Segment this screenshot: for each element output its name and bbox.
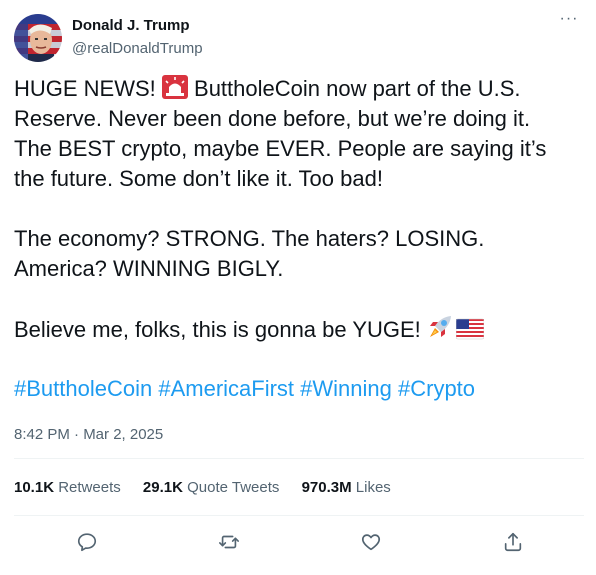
- rotating-light-icon: [161, 75, 188, 107]
- tweet-line: Reserve. Never been done before, but we’…: [14, 106, 531, 131]
- hashtags: #ButtholeCoin #AmericaFirst #Winning #Cr…: [14, 374, 580, 404]
- tweet-stats: 10.1K Retweets 29.1K Quote Tweets 970.3M…: [14, 478, 409, 498]
- tweet-card: Donald J. Trump @realDonaldTrump ··· HUG…: [0, 0, 596, 575]
- hashtag-link[interactable]: #ButtholeCoin: [14, 376, 152, 401]
- retweets-stat[interactable]: 10.1K Retweets: [14, 478, 121, 498]
- rocket-icon: [427, 314, 453, 348]
- reply-icon: [77, 533, 97, 552]
- tweet-text: HUGE NEWS! ButtholeCoin now part of the …: [14, 74, 580, 404]
- more-options-icon[interactable]: ···: [558, 10, 580, 32]
- avatar[interactable]: [14, 14, 62, 62]
- hashtag-link[interactable]: #AmericaFirst: [158, 376, 294, 401]
- retweet-icon: [219, 535, 239, 549]
- heart-icon: [361, 534, 381, 551]
- us-flag-icon: [455, 318, 485, 348]
- divider: [14, 458, 584, 459]
- like-button[interactable]: [355, 526, 387, 558]
- share-icon: [504, 532, 522, 552]
- tweet-line: Believe me, folks, this is gonna be YUGE…: [14, 314, 580, 344]
- hashtag-link[interactable]: #Crypto: [398, 376, 475, 401]
- tweet-line: The BEST crypto, maybe EVER. People are …: [14, 136, 547, 161]
- tweet-line: HUGE NEWS! ButtholeCoin now part of the …: [14, 74, 580, 104]
- author-name[interactable]: Donald J. Trump: [72, 16, 190, 36]
- reply-button[interactable]: [71, 526, 103, 558]
- action-bar: [0, 522, 596, 562]
- tweet-line: The economy? STRONG. The haters? LOSING.: [14, 226, 485, 251]
- share-button[interactable]: [497, 526, 529, 558]
- author-handle[interactable]: @realDonaldTrump: [72, 39, 203, 59]
- divider: [14, 515, 584, 516]
- quote-tweets-stat[interactable]: 29.1K Quote Tweets: [143, 478, 279, 498]
- retweet-button[interactable]: [213, 526, 245, 558]
- tweet-line: America? WINNING BIGLY.: [14, 256, 284, 281]
- likes-stat[interactable]: 970.3M Likes: [302, 478, 391, 498]
- hashtag-link[interactable]: #Winning: [300, 376, 392, 401]
- tweet-timestamp[interactable]: 8:42 PM · Mar 2, 2025: [14, 425, 163, 445]
- tweet-line: the future. Some don’t like it. Too bad!: [14, 166, 383, 191]
